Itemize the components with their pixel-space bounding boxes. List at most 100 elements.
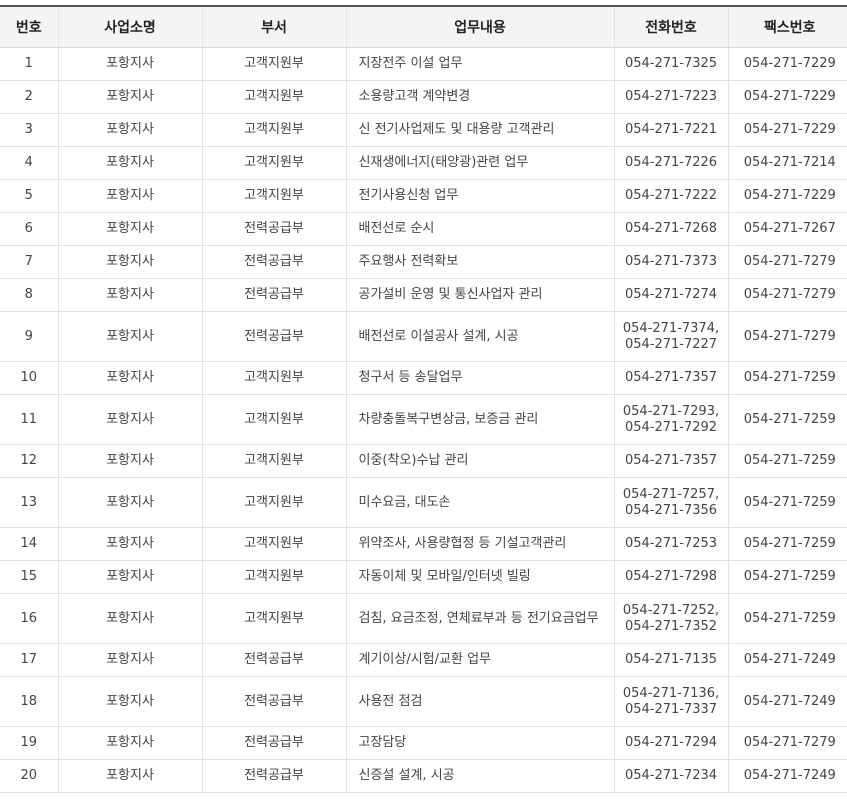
table-row: 13 포항지사 고객지원부 미수요금, 대도손 054-271-7257, 054-27… (0, 477, 847, 528)
task-description: 배전선로 순시 (345, 212, 614, 246)
header-row: 번호 사업소명 부서 업무내용 전화번호 팩스번호 (0, 5, 847, 48)
row-number: 6 (0, 212, 58, 246)
task-description: 미수요금, 대도손 (345, 477, 614, 528)
phone-number: 054-271-7257, 054-271-7356 (613, 477, 728, 528)
phone-number: 054-271-7222 (613, 179, 728, 213)
table-row: 7 포항지사 전력공급부 주요행사 전력확보 054-271-7373 054-271-7… (0, 245, 847, 279)
row-number: 19 (0, 726, 58, 760)
header-phone: 전화번호 (613, 5, 728, 48)
header-fax: 팩스번호 (727, 5, 847, 48)
table-row: 18 포항지사 전력공급부 사용전 점검 054-271-7136, 054-271-7… (0, 676, 847, 727)
office-name: 포항지사 (57, 311, 202, 362)
table-row: 3 포항지사 고객지원부 신 전기사업제도 및 대용량 고객관리 054-271-722… (0, 113, 847, 147)
department: 전력공급부 (201, 726, 346, 760)
office-name: 포항지사 (57, 212, 202, 246)
header-no: 번호 (0, 5, 58, 48)
office-name: 포항지사 (57, 80, 202, 114)
task-description: 지장전주 이설 업무 (345, 47, 614, 81)
fax-number: 054-271-7259 (727, 593, 847, 644)
row-number: 9 (0, 311, 58, 362)
fax-number: 054-271-7279 (727, 278, 847, 312)
department: 고객지원부 (201, 47, 346, 81)
department: 전력공급부 (201, 311, 346, 362)
header-task: 업무내용 (345, 5, 614, 48)
office-name: 포항지사 (57, 560, 202, 594)
fax-number: 054-271-7279 (727, 245, 847, 279)
department: 고객지원부 (201, 179, 346, 213)
department: 전력공급부 (201, 643, 346, 677)
department: 고객지원부 (201, 146, 346, 180)
task-description: 사용전 점검 (345, 676, 614, 727)
fax-number: 054-271-7279 (727, 726, 847, 760)
office-name: 포항지사 (57, 394, 202, 445)
table-row: 17 포항지사 전력공급부 계기이상/시험/교환 업무 054-271-7135 054-… (0, 643, 847, 677)
task-description: 고장담당 (345, 726, 614, 760)
fax-number: 054-271-7249 (727, 643, 847, 677)
phone-number: 054-271-7293, 054-271-7292 (613, 394, 728, 445)
office-name: 포항지사 (57, 726, 202, 760)
row-number: 15 (0, 560, 58, 594)
task-description: 주요행사 전력확보 (345, 245, 614, 279)
fax-number: 054-271-7229 (727, 113, 847, 147)
header-department: 부서 (201, 5, 346, 48)
phone-number: 054-271-7294 (613, 726, 728, 760)
contact-table: 번호 사업소명 부서 업무내용 전화번호 팩스번호 1 포항지사 고객지원부 지장전주… (0, 5, 847, 793)
row-number: 11 (0, 394, 58, 445)
table-row: 1 포항지사 고객지원부 지장전주 이설 업무 054-271-7325 054-271-… (0, 47, 847, 81)
department: 전력공급부 (201, 759, 346, 793)
row-number: 1 (0, 47, 58, 81)
row-number: 17 (0, 643, 58, 677)
task-description: 검침, 요금조정, 연체료부과 등 전기요금업무 (345, 593, 614, 644)
task-description: 배전선로 이설공사 설계, 시공 (345, 311, 614, 362)
department: 전력공급부 (201, 212, 346, 246)
task-description: 계기이상/시험/교환 업무 (345, 643, 614, 677)
phone-number: 054-271-7374, 054-271-7227 (613, 311, 728, 362)
row-number: 4 (0, 146, 58, 180)
department: 고객지원부 (201, 80, 346, 114)
table-row: 9 포항지사 전력공급부 배전선로 이설공사 설계, 시공 054-271-7374, … (0, 311, 847, 362)
task-description: 위약조사, 사용량협정 등 기설고객관리 (345, 527, 614, 561)
row-number: 14 (0, 527, 58, 561)
table-row: 12 포항지사 고객지원부 이중(착오)수납 관리 054-271-7357 054-27… (0, 444, 847, 478)
fax-number: 054-271-7259 (727, 394, 847, 445)
task-description: 신 전기사업제도 및 대용량 고객관리 (345, 113, 614, 147)
office-name: 포항지사 (57, 593, 202, 644)
row-number: 16 (0, 593, 58, 644)
department: 고객지원부 (201, 361, 346, 395)
office-name: 포항지사 (57, 477, 202, 528)
office-name: 포항지사 (57, 47, 202, 81)
row-number: 5 (0, 179, 58, 213)
phone-number: 054-271-7136, 054-271-7337 (613, 676, 728, 727)
office-name: 포항지사 (57, 759, 202, 793)
row-number: 10 (0, 361, 58, 395)
phone-number: 054-271-7373 (613, 245, 728, 279)
fax-number: 054-271-7259 (727, 527, 847, 561)
row-number: 7 (0, 245, 58, 279)
table-row: 4 포항지사 고객지원부 신재생에너지(태양광)관련 업무 054-271-7226 05… (0, 146, 847, 180)
phone-number: 054-271-7325 (613, 47, 728, 81)
department: 고객지원부 (201, 477, 346, 528)
fax-number: 054-271-7229 (727, 47, 847, 81)
table-row: 19 포항지사 전력공급부 고장담당 054-271-7294 054-271-7279 (0, 726, 847, 760)
office-name: 포항지사 (57, 444, 202, 478)
phone-number: 054-271-7223 (613, 80, 728, 114)
office-name: 포항지사 (57, 361, 202, 395)
task-description: 청구서 등 송달업무 (345, 361, 614, 395)
fax-number: 054-271-7259 (727, 477, 847, 528)
department: 고객지원부 (201, 527, 346, 561)
table-row: 14 포항지사 고객지원부 위약조사, 사용량협정 등 기설고객관리 054-271-7… (0, 527, 847, 561)
task-description: 소용량고객 계약변경 (345, 80, 614, 114)
fax-number: 054-271-7214 (727, 146, 847, 180)
table-row: 10 포항지사 고객지원부 청구서 등 송달업무 054-271-7357 054-271… (0, 361, 847, 395)
table-row: 5 포항지사 고객지원부 전기사용신청 업무 054-271-7222 054-271-7… (0, 179, 847, 213)
department: 고객지원부 (201, 394, 346, 445)
department: 전력공급부 (201, 245, 346, 279)
phone-number: 054-271-7226 (613, 146, 728, 180)
phone-number: 054-271-7274 (613, 278, 728, 312)
phone-number: 054-271-7268 (613, 212, 728, 246)
task-description: 전기사용신청 업무 (345, 179, 614, 213)
row-number: 3 (0, 113, 58, 147)
task-description: 신증설 설계, 시공 (345, 759, 614, 793)
fax-number: 054-271-7249 (727, 759, 847, 793)
phone-number: 054-271-7298 (613, 560, 728, 594)
